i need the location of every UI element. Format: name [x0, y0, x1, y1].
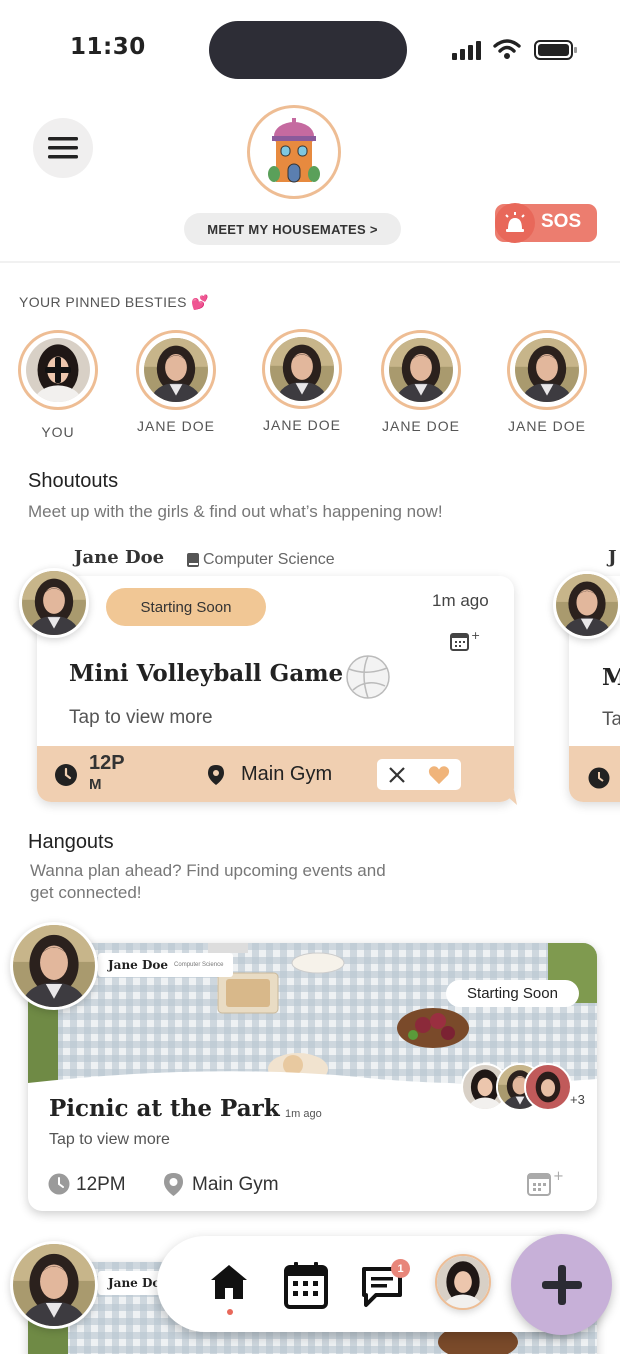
- avatar: [389, 338, 453, 402]
- hangout-major: Computer Science: [174, 962, 224, 968]
- next-shoutout-tap: Ta: [602, 709, 620, 730]
- house-icon: [268, 118, 320, 183]
- hangouts-subtitle-line1: Wanna plan ahead? Find upcoming events a…: [30, 861, 386, 880]
- hangout-author-chip: Jane Doe Computer Science: [98, 953, 234, 977]
- pinned-besties-title: YOUR PINNED BESTIES 💕: [19, 294, 209, 310]
- meet-housemates-button[interactable]: MEET MY HOUSEMATES >: [184, 213, 401, 245]
- svg-text:+: +: [553, 1169, 564, 1184]
- next-shoutout-author: J: [608, 547, 617, 568]
- add-icon: [45, 357, 71, 383]
- nav-calendar[interactable]: [282, 1260, 330, 1310]
- shoutout-tap-more: Tap to view more: [69, 707, 213, 728]
- avatar: [515, 338, 579, 402]
- book-icon: [187, 553, 199, 567]
- battery-icon: [534, 40, 577, 60]
- nav-profile-avatar[interactable]: [435, 1254, 491, 1310]
- bestie-item[interactable]: JANE DOE: [381, 330, 461, 434]
- bestie-name: JANE DOE: [507, 418, 586, 434]
- next-shoutout-title: M: [602, 664, 620, 691]
- hangout-author[interactable]: Jane Do: [108, 1276, 160, 1290]
- bestie-item[interactable]: JANE DOE: [136, 330, 216, 434]
- avatar: [26, 338, 90, 402]
- hangout-time: 12PM: [76, 1174, 126, 1195]
- home-icon: [211, 1265, 247, 1299]
- status-badge: Starting Soon: [106, 588, 266, 626]
- next-shoutout-avatar[interactable]: [553, 571, 620, 639]
- menu-button[interactable]: [33, 118, 93, 178]
- avatar: [144, 338, 208, 402]
- shoutouts-title: Shoutouts: [28, 470, 119, 492]
- reaction-box: [377, 759, 461, 790]
- heart-icon[interactable]: [428, 765, 450, 785]
- shoutout-title: Mini Volleyball Game: [69, 660, 344, 687]
- hangout-time-ago: 1m ago: [285, 1108, 322, 1120]
- nav-home[interactable]: [205, 1258, 253, 1306]
- hangout-tap-more: Tap to view more: [49, 1131, 170, 1148]
- bestie-name: YOU: [41, 424, 75, 440]
- bestie-name: JANE DOE: [262, 417, 341, 433]
- hangout-author-avatar[interactable]: [10, 922, 98, 1010]
- clock-icon: [588, 767, 610, 789]
- clock-icon: [55, 764, 77, 786]
- dismiss-icon[interactable]: [388, 766, 406, 784]
- sos-label: SOS: [541, 211, 582, 232]
- hamburger-icon: [48, 137, 78, 159]
- add-to-calendar-icon[interactable]: +: [527, 1168, 565, 1198]
- svg-text:+: +: [471, 630, 480, 642]
- header-divider: [0, 261, 620, 263]
- hangouts-subtitle-line2: get connected!: [30, 883, 142, 902]
- bestie-you[interactable]: YOU: [18, 330, 98, 440]
- bestie-item[interactable]: JANE DOE: [262, 329, 342, 433]
- clock-icon: [48, 1173, 70, 1195]
- hangout-author-avatar[interactable]: [10, 1241, 98, 1329]
- shoutout-major: Computer Science: [203, 551, 335, 568]
- shoutout-location: Main Gym: [241, 763, 333, 785]
- notification-badge: 1: [391, 1259, 410, 1278]
- wifi-icon: [493, 39, 521, 59]
- major-tag: Computer Science: [187, 551, 335, 569]
- attendee-avatar[interactable]: [524, 1063, 572, 1111]
- alarm-icon: [495, 203, 535, 243]
- calendar-icon: [284, 1262, 328, 1309]
- house-logo[interactable]: [247, 105, 341, 199]
- hangout-status-badge: Starting Soon: [446, 980, 579, 1007]
- add-to-calendar-icon[interactable]: +: [450, 630, 482, 652]
- hangout-location: Main Gym: [192, 1174, 279, 1195]
- shoutout-author[interactable]: Jane Doe: [74, 547, 164, 568]
- volleyball-icon: [346, 655, 390, 699]
- bestie-name: JANE DOE: [381, 418, 460, 434]
- speech-tail: [500, 790, 517, 805]
- status-time: 11:30: [70, 34, 146, 60]
- location-pin-icon: [164, 1173, 183, 1196]
- hangouts-title: Hangouts: [28, 831, 114, 853]
- shoutouts-subtitle: Meet up with the girls & find out what’s…: [28, 502, 443, 521]
- attendees-more-count[interactable]: +3: [570, 1092, 585, 1107]
- bestie-item[interactable]: JANE DOE: [507, 330, 587, 434]
- create-post-button[interactable]: [511, 1234, 612, 1335]
- shoutout-time: 12P M: [89, 752, 125, 796]
- hangout-author[interactable]: Jane Doe: [108, 958, 168, 972]
- location-pin-icon: [208, 765, 224, 785]
- cellular-signal-icon: [452, 41, 481, 60]
- active-indicator: [227, 1309, 233, 1315]
- bestie-name: JANE DOE: [136, 418, 215, 434]
- shoutout-time-ago: 1m ago: [432, 591, 489, 610]
- hangout-title: Picnic at the Park: [49, 1095, 280, 1122]
- shoutout-time-line1: 12P: [89, 752, 125, 774]
- shoutout-time-line2: M: [89, 776, 102, 793]
- dynamic-island: [209, 21, 407, 79]
- shoutout-author-avatar[interactable]: [19, 568, 89, 638]
- plus-icon: [541, 1264, 582, 1305]
- avatar: [270, 337, 334, 401]
